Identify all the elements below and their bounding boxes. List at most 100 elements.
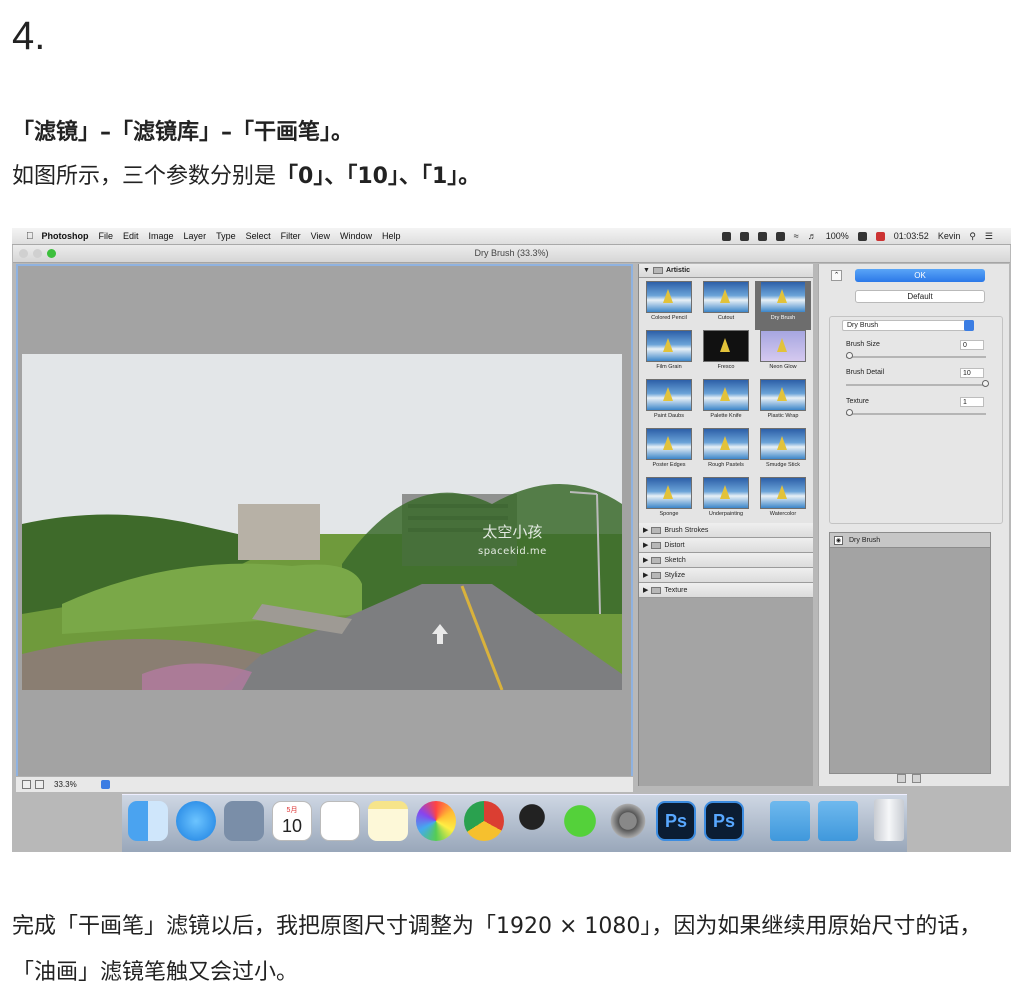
messages-icon[interactable] <box>176 801 216 841</box>
param-slider-track[interactable] <box>846 413 986 415</box>
volume-icon[interactable]: ♬ <box>808 231 817 241</box>
collapse-gallery-button[interactable]: ⌃ <box>831 270 842 281</box>
filter-thumb-paint-daubs[interactable]: Paint Daubs <box>641 379 697 428</box>
filter-preview-area[interactable]: 太空小孩 spacekid.me <box>16 264 633 778</box>
params-intro: 如图所示，三个参数分别是 <box>12 164 277 189</box>
param-label: Texture <box>846 398 869 405</box>
menu-window[interactable]: Window <box>340 231 372 241</box>
delete-effect-layer-icon[interactable] <box>912 774 921 783</box>
photos-icon[interactable] <box>416 801 456 841</box>
category-stylize[interactable]: ▶ Stylize <box>639 568 813 583</box>
status-icon[interactable] <box>757 231 767 241</box>
folder-icon <box>651 586 662 594</box>
preview-photo: 太空小孩 spacekid.me <box>22 354 622 690</box>
filter-thumb-image <box>703 428 749 460</box>
filter-thumb-neon-glow[interactable]: Neon Glow <box>755 330 811 379</box>
filter-thumb-plastic-wrap[interactable]: Plastic Wrap <box>755 379 811 428</box>
param-value-input[interactable]: 1 <box>960 397 984 407</box>
zoom-window-icon[interactable] <box>47 249 56 258</box>
menu-view[interactable]: View <box>311 231 330 241</box>
battery-icon <box>857 231 867 241</box>
menu-photoshop[interactable]: Photoshop <box>42 231 89 241</box>
status-icon[interactable] <box>721 231 731 241</box>
menu-image[interactable]: Image <box>149 231 174 241</box>
qq-icon[interactable] <box>512 801 552 841</box>
menu-file[interactable]: File <box>99 231 114 241</box>
collapsed-triangle-icon: ▶ <box>643 527 649 534</box>
param-slider-knob[interactable] <box>846 409 853 416</box>
effect-layer-row[interactable]: ◉ Dry Brush <box>830 533 990 548</box>
filter-thumb-fresco[interactable]: Fresco <box>698 330 754 379</box>
menu-help[interactable]: Help <box>382 231 401 241</box>
mac-dock: 5月 10 Ps Ps <box>122 794 907 852</box>
input-source-flag-icon[interactable] <box>875 231 885 241</box>
status-icon[interactable] <box>775 231 785 241</box>
downloads-folder-icon[interactable] <box>818 801 858 841</box>
filter-type-select[interactable]: Dry Brush <box>842 320 974 331</box>
category-artistic[interactable]: ▼ Artistic <box>639 264 813 278</box>
menu-edit[interactable]: Edit <box>123 231 139 241</box>
menu-layer[interactable]: Layer <box>184 231 207 241</box>
filter-thumb-image <box>703 477 749 509</box>
filter-thumb-watercolor[interactable]: Watercolor <box>755 477 811 526</box>
category-texture[interactable]: ▶ Texture <box>639 583 813 598</box>
filter-thumb-dry-brush[interactable]: Dry Brush <box>755 281 811 330</box>
trash-icon[interactable] <box>874 799 904 841</box>
menu-select[interactable]: Select <box>246 231 271 241</box>
zoom-dropdown-icon[interactable] <box>100 780 110 789</box>
filter-thumb-poster-edges[interactable]: Poster Edges <box>641 428 697 477</box>
apple-icon[interactable]:  <box>26 231 34 242</box>
system-preferences-icon[interactable] <box>608 801 648 841</box>
menu-type[interactable]: Type <box>216 231 236 241</box>
filter-thumb-palette-knife[interactable]: Palette Knife <box>698 379 754 428</box>
minimize-window-icon[interactable] <box>33 249 42 258</box>
category-distort[interactable]: ▶ Distort <box>639 538 813 553</box>
filter-thumb-rough-pastels[interactable]: Rough Pastels <box>698 428 754 477</box>
applications-folder-icon[interactable] <box>770 801 810 841</box>
param-slider-knob[interactable] <box>846 352 853 359</box>
battery-percent[interactable]: 100% <box>826 231 849 241</box>
category-sketch[interactable]: ▶ Sketch <box>639 553 813 568</box>
zoom-out-button[interactable] <box>22 780 31 789</box>
param-slider-knob[interactable] <box>982 380 989 387</box>
clock[interactable]: 01:03:52 <box>894 231 929 241</box>
default-button[interactable]: Default <box>855 290 985 303</box>
wifi-icon[interactable]: ≈ <box>794 231 799 241</box>
status-icon[interactable] <box>739 231 749 241</box>
notes-icon[interactable] <box>368 801 408 841</box>
param-value-input[interactable]: 0 <box>960 340 984 350</box>
visibility-eye-icon[interactable]: ◉ <box>834 535 843 545</box>
chrome-icon[interactable] <box>464 801 504 841</box>
preview-icon[interactable] <box>224 801 264 841</box>
zoom-in-button[interactable] <box>35 780 44 789</box>
zoom-level[interactable]: 33.3% <box>54 780 77 789</box>
user-name[interactable]: Kevin <box>938 231 961 241</box>
filter-settings-panel: ⌃ OK Default Dry Brush Brush Size 0 Brus… <box>818 264 1009 786</box>
finder-icon[interactable] <box>128 801 168 841</box>
menu-filter[interactable]: Filter <box>281 231 301 241</box>
close-window-icon[interactable] <box>19 249 28 258</box>
photoshop-icon[interactable]: Ps <box>704 801 744 841</box>
param-slider-track[interactable] <box>846 384 986 386</box>
calendar-icon[interactable]: 5月 10 <box>272 801 312 841</box>
filter-thumb-cutout[interactable]: Cutout <box>698 281 754 330</box>
new-effect-layer-icon[interactable] <box>897 774 906 783</box>
filter-thumb-smudge-stick[interactable]: Smudge Stick <box>755 428 811 477</box>
filter-thumb-label: Plastic Wrap <box>767 413 799 419</box>
filter-thumb-colored-pencil[interactable]: Colored Pencil <box>641 281 697 330</box>
params-values: 「0」、「10」、「1」。 <box>276 164 481 189</box>
ok-button[interactable]: OK <box>855 269 985 282</box>
param-slider-track[interactable] <box>846 356 986 358</box>
preview-zoom-bar: 33.3% <box>16 776 633 792</box>
notification-center-icon[interactable]: ☰ <box>985 231 993 242</box>
filter-thumb-sponge[interactable]: Sponge <box>641 477 697 526</box>
photoshop-icon[interactable]: Ps <box>656 801 696 841</box>
spotlight-search-icon[interactable]: ⚲ <box>969 231 976 242</box>
watermark-line2: spacekid.me <box>478 546 547 557</box>
filter-thumb-underpainting[interactable]: Underpainting <box>698 477 754 526</box>
filter-thumb-film-grain[interactable]: Film Grain <box>641 330 697 379</box>
filter-thumb-label: Neon Glow <box>769 364 797 370</box>
reminders-icon[interactable] <box>320 801 360 841</box>
param-value-input[interactable]: 10 <box>960 368 984 378</box>
wechat-icon[interactable] <box>560 801 600 841</box>
